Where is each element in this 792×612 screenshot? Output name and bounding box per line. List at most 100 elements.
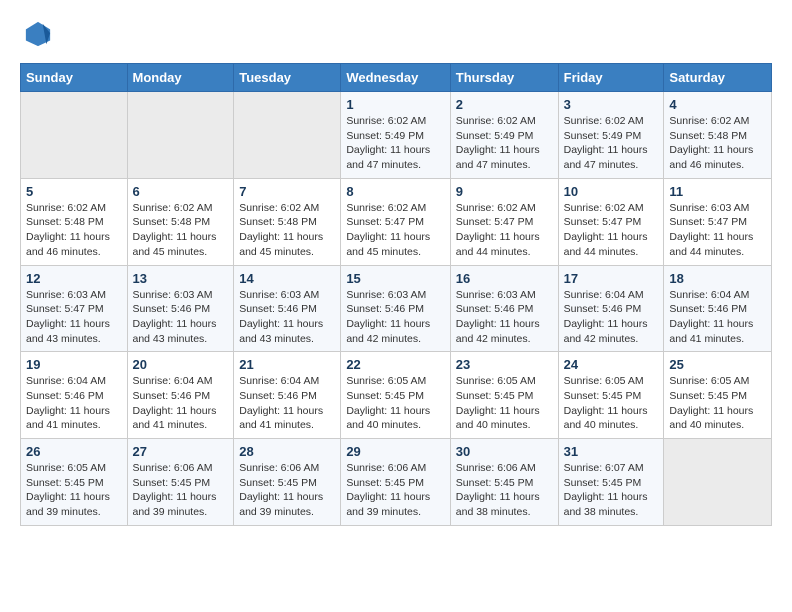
day-number: 31 xyxy=(564,444,659,459)
day-info: Sunrise: 6:04 AMSunset: 5:46 PMDaylight:… xyxy=(26,374,122,433)
day-info: Sunrise: 6:03 AMSunset: 5:46 PMDaylight:… xyxy=(456,288,553,347)
day-number: 6 xyxy=(133,184,229,199)
calendar-cell: 1 Sunrise: 6:02 AMSunset: 5:49 PMDaylight… xyxy=(341,92,450,179)
calendar-header-row: SundayMondayTuesdayWednesdayThursdayFrid… xyxy=(21,64,772,92)
logo xyxy=(20,20,52,53)
calendar-cell: 21 Sunrise: 6:04 AMSunset: 5:46 PMDayligh… xyxy=(234,352,341,439)
calendar-cell: 12 Sunrise: 6:03 AMSunset: 5:47 PMDayligh… xyxy=(21,265,128,352)
day-of-week-header: Friday xyxy=(558,64,664,92)
page-header xyxy=(20,20,772,53)
calendar-cell: 6 Sunrise: 6:02 AMSunset: 5:48 PMDaylight… xyxy=(127,178,234,265)
day-info: Sunrise: 6:04 AMSunset: 5:46 PMDaylight:… xyxy=(239,374,335,433)
calendar-cell xyxy=(664,439,772,526)
day-info: Sunrise: 6:02 AMSunset: 5:47 PMDaylight:… xyxy=(564,201,659,260)
day-info: Sunrise: 6:05 AMSunset: 5:45 PMDaylight:… xyxy=(456,374,553,433)
day-of-week-header: Monday xyxy=(127,64,234,92)
calendar-cell: 8 Sunrise: 6:02 AMSunset: 5:47 PMDaylight… xyxy=(341,178,450,265)
day-info: Sunrise: 6:02 AMSunset: 5:48 PMDaylight:… xyxy=(26,201,122,260)
calendar-cell: 23 Sunrise: 6:05 AMSunset: 5:45 PMDayligh… xyxy=(450,352,558,439)
day-of-week-header: Sunday xyxy=(21,64,128,92)
calendar-cell: 9 Sunrise: 6:02 AMSunset: 5:47 PMDaylight… xyxy=(450,178,558,265)
day-number: 25 xyxy=(669,357,766,372)
calendar-week-row: 19 Sunrise: 6:04 AMSunset: 5:46 PMDayligh… xyxy=(21,352,772,439)
day-number: 7 xyxy=(239,184,335,199)
day-info: Sunrise: 6:03 AMSunset: 5:46 PMDaylight:… xyxy=(133,288,229,347)
day-number: 11 xyxy=(669,184,766,199)
day-info: Sunrise: 6:04 AMSunset: 5:46 PMDaylight:… xyxy=(669,288,766,347)
day-info: Sunrise: 6:03 AMSunset: 5:46 PMDaylight:… xyxy=(239,288,335,347)
calendar-cell: 14 Sunrise: 6:03 AMSunset: 5:46 PMDayligh… xyxy=(234,265,341,352)
day-number: 24 xyxy=(564,357,659,372)
day-number: 26 xyxy=(26,444,122,459)
day-number: 16 xyxy=(456,271,553,286)
day-info: Sunrise: 6:06 AMSunset: 5:45 PMDaylight:… xyxy=(456,461,553,520)
day-info: Sunrise: 6:06 AMSunset: 5:45 PMDaylight:… xyxy=(133,461,229,520)
day-info: Sunrise: 6:02 AMSunset: 5:49 PMDaylight:… xyxy=(564,114,659,173)
calendar-cell: 29 Sunrise: 6:06 AMSunset: 5:45 PMDayligh… xyxy=(341,439,450,526)
day-info: Sunrise: 6:02 AMSunset: 5:48 PMDaylight:… xyxy=(669,114,766,173)
day-info: Sunrise: 6:03 AMSunset: 5:46 PMDaylight:… xyxy=(346,288,444,347)
day-number: 3 xyxy=(564,97,659,112)
day-info: Sunrise: 6:02 AMSunset: 5:48 PMDaylight:… xyxy=(239,201,335,260)
day-number: 19 xyxy=(26,357,122,372)
calendar-cell: 18 Sunrise: 6:04 AMSunset: 5:46 PMDayligh… xyxy=(664,265,772,352)
day-of-week-header: Saturday xyxy=(664,64,772,92)
day-number: 21 xyxy=(239,357,335,372)
day-number: 5 xyxy=(26,184,122,199)
day-info: Sunrise: 6:05 AMSunset: 5:45 PMDaylight:… xyxy=(564,374,659,433)
day-number: 29 xyxy=(346,444,444,459)
day-info: Sunrise: 6:02 AMSunset: 5:47 PMDaylight:… xyxy=(346,201,444,260)
day-number: 27 xyxy=(133,444,229,459)
day-number: 1 xyxy=(346,97,444,112)
day-number: 30 xyxy=(456,444,553,459)
day-info: Sunrise: 6:05 AMSunset: 5:45 PMDaylight:… xyxy=(669,374,766,433)
day-of-week-header: Thursday xyxy=(450,64,558,92)
day-info: Sunrise: 6:07 AMSunset: 5:45 PMDaylight:… xyxy=(564,461,659,520)
calendar-cell: 4Sunrise: 6:02 AMSunset: 5:48 PMDaylight… xyxy=(664,92,772,179)
calendar-table: SundayMondayTuesdayWednesdayThursdayFrid… xyxy=(20,63,772,526)
day-of-week-header: Tuesday xyxy=(234,64,341,92)
calendar-week-row: 12 Sunrise: 6:03 AMSunset: 5:47 PMDayligh… xyxy=(21,265,772,352)
day-info: Sunrise: 6:02 AMSunset: 5:49 PMDaylight:… xyxy=(456,114,553,173)
calendar-cell: 20Sunrise: 6:04 AMSunset: 5:46 PMDayligh… xyxy=(127,352,234,439)
calendar-week-row: 26 Sunrise: 6:05 AMSunset: 5:45 PMDayligh… xyxy=(21,439,772,526)
calendar-cell xyxy=(127,92,234,179)
day-info: Sunrise: 6:05 AMSunset: 5:45 PMDaylight:… xyxy=(26,461,122,520)
day-info: Sunrise: 6:03 AMSunset: 5:47 PMDaylight:… xyxy=(26,288,122,347)
day-info: Sunrise: 6:06 AMSunset: 5:45 PMDaylight:… xyxy=(239,461,335,520)
calendar-cell: 27 Sunrise: 6:06 AMSunset: 5:45 PMDayligh… xyxy=(127,439,234,526)
calendar-cell: 2 Sunrise: 6:02 AMSunset: 5:49 PMDaylight… xyxy=(450,92,558,179)
day-info: Sunrise: 6:02 AMSunset: 5:48 PMDaylight:… xyxy=(133,201,229,260)
calendar-cell: 16 Sunrise: 6:03 AMSunset: 5:46 PMDayligh… xyxy=(450,265,558,352)
calendar-cell: 25 Sunrise: 6:05 AMSunset: 5:45 PMDayligh… xyxy=(664,352,772,439)
calendar-cell: 19 Sunrise: 6:04 AMSunset: 5:46 PMDayligh… xyxy=(21,352,128,439)
day-number: 23 xyxy=(456,357,553,372)
day-number: 12 xyxy=(26,271,122,286)
calendar-cell: 15 Sunrise: 6:03 AMSunset: 5:46 PMDayligh… xyxy=(341,265,450,352)
calendar-cell xyxy=(21,92,128,179)
day-number: 22 xyxy=(346,357,444,372)
day-number: 28 xyxy=(239,444,335,459)
day-info: Sunrise: 6:04 AMSunset: 5:46 PMDaylight:… xyxy=(564,288,659,347)
logo-icon xyxy=(24,20,52,48)
day-info: Sunrise: 6:02 AMSunset: 5:47 PMDaylight:… xyxy=(456,201,553,260)
calendar-cell: 24 Sunrise: 6:05 AMSunset: 5:45 PMDayligh… xyxy=(558,352,664,439)
calendar-week-row: 5 Sunrise: 6:02 AMSunset: 5:48 PMDaylight… xyxy=(21,178,772,265)
day-info: Sunrise: 6:02 AMSunset: 5:49 PMDaylight:… xyxy=(346,114,444,173)
day-number: 2 xyxy=(456,97,553,112)
day-number: 17 xyxy=(564,271,659,286)
calendar-cell: 3 Sunrise: 6:02 AMSunset: 5:49 PMDaylight… xyxy=(558,92,664,179)
calendar-cell: 30 Sunrise: 6:06 AMSunset: 5:45 PMDayligh… xyxy=(450,439,558,526)
day-number: 10 xyxy=(564,184,659,199)
day-number: 9 xyxy=(456,184,553,199)
day-number: 20 xyxy=(133,357,229,372)
day-number: 15 xyxy=(346,271,444,286)
day-number: 8 xyxy=(346,184,444,199)
calendar-cell: 17 Sunrise: 6:04 AMSunset: 5:46 PMDayligh… xyxy=(558,265,664,352)
calendar-cell: 31 Sunrise: 6:07 AMSunset: 5:45 PMDayligh… xyxy=(558,439,664,526)
day-number: 14 xyxy=(239,271,335,286)
day-number: 18 xyxy=(669,271,766,286)
day-number: 13 xyxy=(133,271,229,286)
calendar-cell: 5 Sunrise: 6:02 AMSunset: 5:48 PMDaylight… xyxy=(21,178,128,265)
day-info: Sunrise: 6:06 AMSunset: 5:45 PMDaylight:… xyxy=(346,461,444,520)
